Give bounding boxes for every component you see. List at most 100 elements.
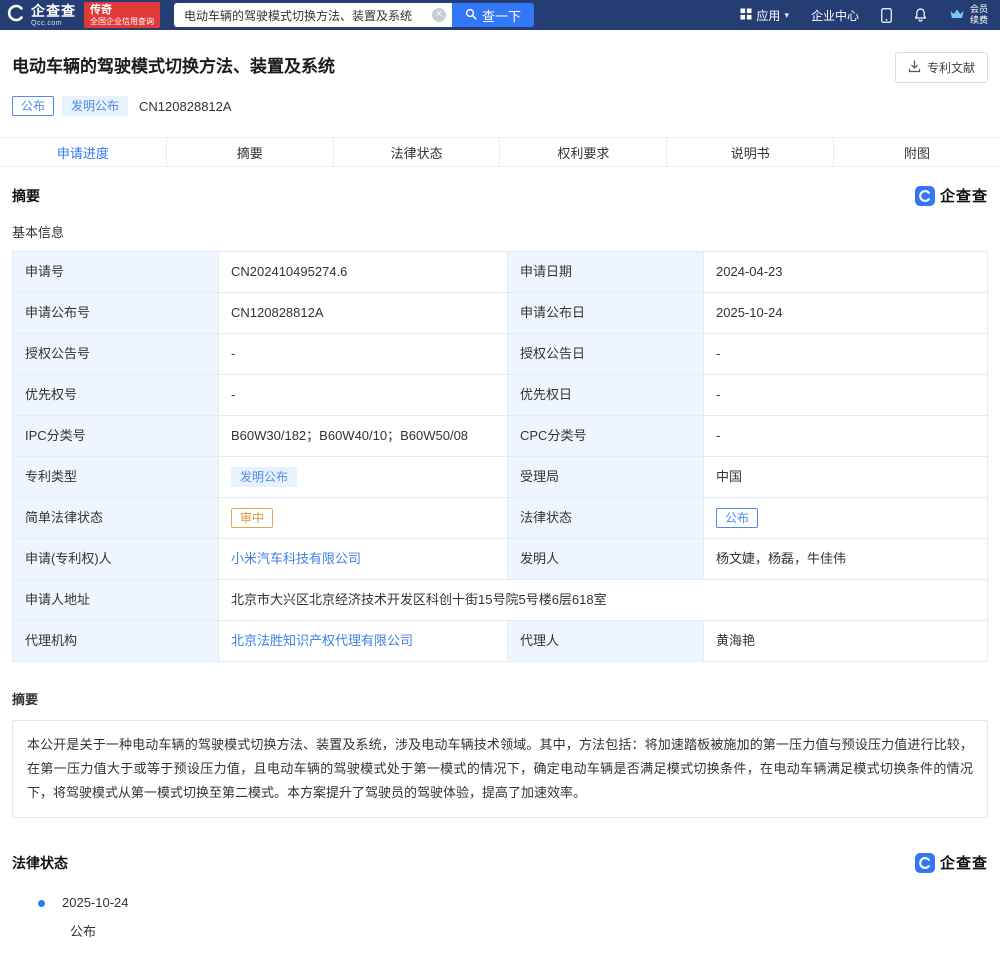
- field-value: 北京市大兴区北京经济技术开发区科创十街15号院5号楼6层618室: [218, 580, 987, 620]
- simple-legal-status-tag: 审中: [231, 508, 273, 528]
- member-line2: 续费: [970, 15, 988, 26]
- notification-bell-icon[interactable]: [914, 8, 927, 22]
- abstract-label: 摘要: [12, 689, 988, 708]
- field-label: 法律状态: [507, 498, 703, 538]
- field-value: 北京法胜知识产权代理有限公司: [218, 621, 507, 661]
- tag-row: 公布 发明公布 CN120828812A: [12, 96, 988, 116]
- field-label: 优先权日: [507, 375, 703, 415]
- field-value: 黄海艳: [703, 621, 987, 661]
- status-tag-publish: 公布: [12, 96, 54, 116]
- table-row: 申请人地址 北京市大兴区北京经济技术开发区科创十街15号院5号楼6层618室: [13, 579, 987, 620]
- field-label: 申请人地址: [13, 580, 218, 620]
- field-label: CPC分类号: [507, 416, 703, 456]
- field-value: -: [703, 375, 987, 415]
- field-label: 申请(专利权)人: [13, 539, 218, 579]
- field-label: 发明人: [507, 539, 703, 579]
- section-title-legal: 法律状态: [12, 853, 68, 873]
- qcc-brand-text: 企查查: [940, 852, 988, 873]
- type-tag-invention: 发明公布: [62, 96, 128, 116]
- timeline-status: 公布: [62, 921, 988, 940]
- field-value: B60W30/182；B60W40/10；B60W50/08: [218, 416, 507, 456]
- timeline-item: 2025-10-24 公布: [12, 895, 988, 940]
- tab-application-progress[interactable]: 申请进度: [0, 138, 166, 166]
- timeline-date: 2025-10-24: [62, 895, 988, 910]
- qcc-watermark: 企查查: [915, 185, 988, 206]
- search-input[interactable]: [174, 3, 452, 27]
- abstract-text: 本公开是关于一种电动车辆的驾驶模式切换方法、装置及系统，涉及电动车辆技术领域。其…: [12, 720, 988, 818]
- section-title-abstract: 摘要: [12, 186, 40, 206]
- patent-type-tag: 发明公布: [231, 467, 297, 487]
- nav-apps-label: 应用: [756, 7, 780, 24]
- field-label: 专利类型: [13, 457, 218, 497]
- legal-timeline: 2025-10-24 公布: [12, 895, 988, 940]
- member-renew-button[interactable]: 会员 续费: [949, 4, 988, 26]
- ad-badge-line2: 全国企业信用查询: [90, 17, 154, 26]
- tab-abstract[interactable]: 摘要: [166, 138, 333, 166]
- field-label: 申请号: [13, 252, 218, 292]
- clear-icon[interactable]: ×: [432, 8, 446, 22]
- header-ad-badge: 传奇 全国企业信用查询: [84, 2, 160, 28]
- detail-tabs: 申请进度 摘要 法律状态 权利要求 说明书 附图: [0, 137, 1000, 167]
- nav-enterprise-label: 企业中心: [811, 7, 859, 24]
- table-row: IPC分类号 B60W30/182；B60W40/10；B60W50/08 CP…: [13, 415, 987, 456]
- basic-info-label: 基本信息: [12, 222, 988, 241]
- legal-status-tag: 公布: [716, 508, 758, 528]
- patent-document-label: 专利文献: [927, 59, 975, 76]
- field-value: -: [218, 334, 507, 374]
- agency-link[interactable]: 北京法胜知识产权代理有限公司: [231, 632, 413, 651]
- tab-drawings[interactable]: 附图: [833, 138, 1000, 166]
- field-value: 2025-10-24: [703, 293, 987, 333]
- field-label: 授权公告日: [507, 334, 703, 374]
- field-value: CN202410495274.6: [218, 252, 507, 292]
- qcc-logo[interactable]: 企查查 Qcc.com: [6, 3, 76, 28]
- tab-legal-status[interactable]: 法律状态: [333, 138, 500, 166]
- abstract-section-head: 摘要 企查查: [12, 185, 988, 206]
- patent-document-button[interactable]: 专利文献: [895, 52, 988, 83]
- basic-info-table: 申请号 CN202410495274.6 申请日期 2024-04-23 申请公…: [12, 251, 988, 662]
- nav-apps[interactable]: 应用 ▾: [740, 7, 789, 24]
- tab-claims[interactable]: 权利要求: [499, 138, 666, 166]
- field-label: 受理局: [507, 457, 703, 497]
- field-value: 小米汽车科技有限公司: [218, 539, 507, 579]
- qcc-brand-icon: [915, 853, 935, 873]
- nav-enterprise-center[interactable]: 企业中心: [811, 7, 859, 24]
- download-icon: [908, 60, 921, 76]
- field-value: 公布: [703, 498, 987, 538]
- legal-section-head: 法律状态 企查查: [12, 852, 988, 873]
- logo-name: 企查查: [31, 4, 76, 18]
- timeline-dot-icon: [38, 900, 45, 907]
- field-label: 代理人: [507, 621, 703, 661]
- field-value: 2024-04-23: [703, 252, 987, 292]
- field-value: 中国: [703, 457, 987, 497]
- ad-badge-line1: 传奇: [90, 4, 154, 17]
- field-value: -: [703, 416, 987, 456]
- table-row: 申请号 CN202410495274.6 申请日期 2024-04-23: [13, 252, 987, 292]
- applicant-link[interactable]: 小米汽车科技有限公司: [231, 550, 361, 569]
- qcc-watermark: 企查查: [915, 852, 988, 873]
- table-row: 简单法律状态 审中 法律状态 公布: [13, 497, 987, 538]
- search-button-label: 查一下: [482, 6, 521, 25]
- field-label: IPC分类号: [13, 416, 218, 456]
- field-label: 简单法律状态: [13, 498, 218, 538]
- field-label: 优先权号: [13, 375, 218, 415]
- member-line1: 会员: [970, 4, 988, 15]
- logo-domain: Qcc.com: [31, 20, 76, 27]
- field-value: 发明公布: [218, 457, 507, 497]
- field-value: -: [218, 375, 507, 415]
- top-header: 企查查 Qcc.com 传奇 全国企业信用查询 × 查一下 应用 ▾ 企业中心: [0, 0, 1000, 30]
- table-row: 申请公布号 CN120828812A 申请公布日 2025-10-24: [13, 292, 987, 333]
- field-value: -: [703, 334, 987, 374]
- table-row: 代理机构 北京法胜知识产权代理有限公司 代理人 黄海艳: [13, 620, 987, 661]
- tab-description[interactable]: 说明书: [666, 138, 833, 166]
- mobile-app-icon[interactable]: [881, 8, 892, 23]
- field-value: CN120828812A: [218, 293, 507, 333]
- field-label: 授权公告号: [13, 334, 218, 374]
- table-row: 申请(专利权)人 小米汽车科技有限公司 发明人 杨文婕，杨磊，牛佳伟: [13, 538, 987, 579]
- apps-grid-icon: [740, 8, 752, 23]
- field-label: 申请日期: [507, 252, 703, 292]
- field-value: 杨文婕，杨磊，牛佳伟: [703, 539, 987, 579]
- vip-crown-icon: [949, 7, 965, 24]
- chevron-down-icon: ▾: [784, 10, 789, 21]
- field-value: 审中: [218, 498, 507, 538]
- search-button[interactable]: 查一下: [452, 3, 534, 27]
